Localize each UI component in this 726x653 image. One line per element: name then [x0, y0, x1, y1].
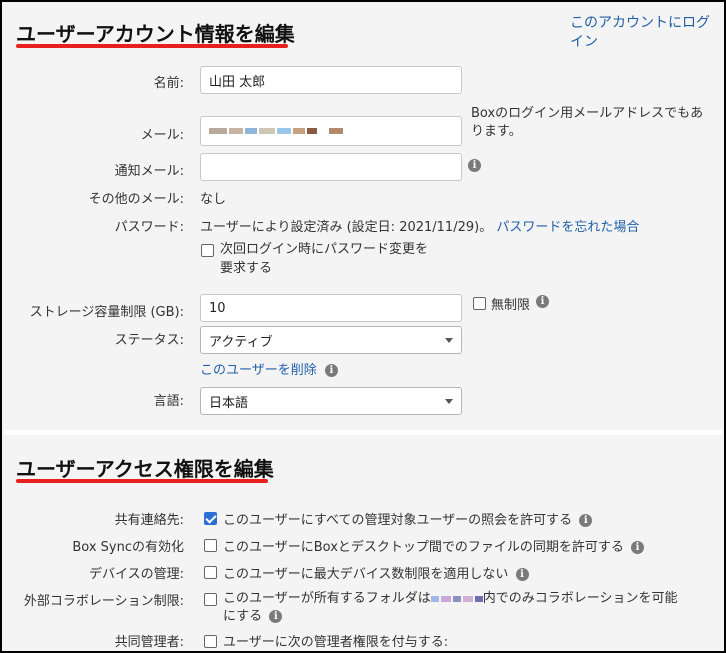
redacted-domain	[430, 595, 483, 602]
require-password-change-checkbox[interactable]	[201, 244, 214, 257]
chevron-down-icon	[445, 398, 453, 404]
unlimited-checkbox[interactable]	[473, 297, 486, 310]
info-icon[interactable]: i	[631, 541, 645, 554]
access-section-title: ユーザーアクセス権限を編集	[16, 457, 274, 481]
window-frame: ユーザーアカウント情報を編集 このアカウントにログイン 名前: メール: Box…	[0, 0, 726, 653]
shared-contacts-text: このユーザーにすべての管理対象ユーザーの照会を許可する i	[223, 509, 593, 528]
device-management-label: デバイスの管理:	[89, 567, 184, 582]
shared-contacts-label: 共有連絡先:	[114, 513, 184, 528]
email-note: Boxのログイン用メールアドレスでもあります。	[471, 106, 704, 139]
access-permissions-panel: ユーザーアクセス権限を編集 共有連絡先: このユーザーにすべての管理対象ユーザー…	[4, 435, 722, 651]
account-section-title: ユーザーアカウント情報を編集	[16, 22, 295, 46]
language-label: 言語:	[153, 394, 184, 409]
name-label: 名前:	[153, 76, 184, 91]
shared-contacts-checkbox[interactable]	[204, 512, 217, 525]
name-input[interactable]	[200, 66, 462, 94]
status-label: ステータス:	[114, 333, 184, 348]
unlimited-label: 無制限	[491, 298, 531, 313]
chevron-down-icon	[445, 337, 453, 343]
external-collab-checkbox[interactable]	[204, 593, 217, 606]
storage-limit-label: ストレージ容量制限 (GB):	[29, 305, 184, 320]
status-selected-value: アクティブ	[209, 334, 273, 350]
device-management-text: このユーザーに最大デバイス数制限を適用しない i	[223, 563, 529, 582]
language-selected-value: 日本語	[209, 395, 249, 411]
notify-email-input[interactable]	[200, 153, 462, 181]
co-admin-checkbox[interactable]	[204, 635, 217, 648]
info-icon[interactable]: i	[468, 159, 481, 172]
co-admin-label: 共同管理者:	[114, 635, 184, 650]
email-input[interactable]	[200, 116, 462, 146]
title-underline	[16, 479, 268, 483]
password-status: ユーザーにより設定済み (設定日: 2021/11/29)。	[200, 220, 493, 235]
other-email-value: なし	[200, 192, 227, 207]
info-icon[interactable]: i	[536, 295, 549, 308]
co-admin-text: ユーザーに次の管理者権限を付与する:	[223, 635, 449, 650]
info-icon[interactable]: i	[324, 364, 338, 377]
password-label: パスワード:	[114, 220, 184, 235]
device-management-checkbox[interactable]	[204, 566, 217, 579]
box-sync-checkbox[interactable]	[204, 539, 217, 552]
box-sync-label: Box Syncの有効化	[72, 540, 184, 555]
storage-limit-input[interactable]	[200, 294, 462, 322]
status-select[interactable]: アクティブ	[200, 326, 462, 354]
external-collab-text: このユーザーが所有するフォルダは 内でのみコラボレーションを可能 にする i	[223, 591, 678, 624]
info-icon[interactable]: i	[269, 610, 283, 623]
info-icon[interactable]: i	[515, 568, 529, 581]
delete-user-link[interactable]: このユーザーを削除	[200, 363, 317, 378]
login-as-account-link[interactable]: このアカウントにログイン	[570, 14, 710, 52]
delete-user-row: このユーザーを削除 i	[200, 359, 338, 378]
forgot-password-link[interactable]: パスワードを忘れた場合	[496, 220, 639, 235]
external-collab-label: 外部コラボレーション制限:	[23, 594, 184, 609]
redacted-email	[209, 128, 343, 134]
title-underline	[16, 44, 288, 48]
password-status-line: ユーザーにより設定済み (設定日: 2021/11/29)。 パスワードを忘れた…	[200, 216, 639, 235]
language-select[interactable]: 日本語	[200, 387, 462, 415]
notify-email-label: 通知メール:	[114, 164, 184, 179]
account-info-panel: ユーザーアカウント情報を編集 このアカウントにログイン 名前: メール: Box…	[4, 4, 722, 430]
other-email-label: その他のメール:	[88, 192, 184, 207]
box-sync-text: このユーザーにBoxとデスクトップ間でのファイルの同期を許可する i	[223, 536, 645, 555]
require-password-change-label: 次回ログイン時にパスワード変更を 要求する	[220, 242, 429, 276]
email-label: メール:	[140, 128, 184, 143]
info-icon[interactable]: i	[579, 514, 593, 527]
